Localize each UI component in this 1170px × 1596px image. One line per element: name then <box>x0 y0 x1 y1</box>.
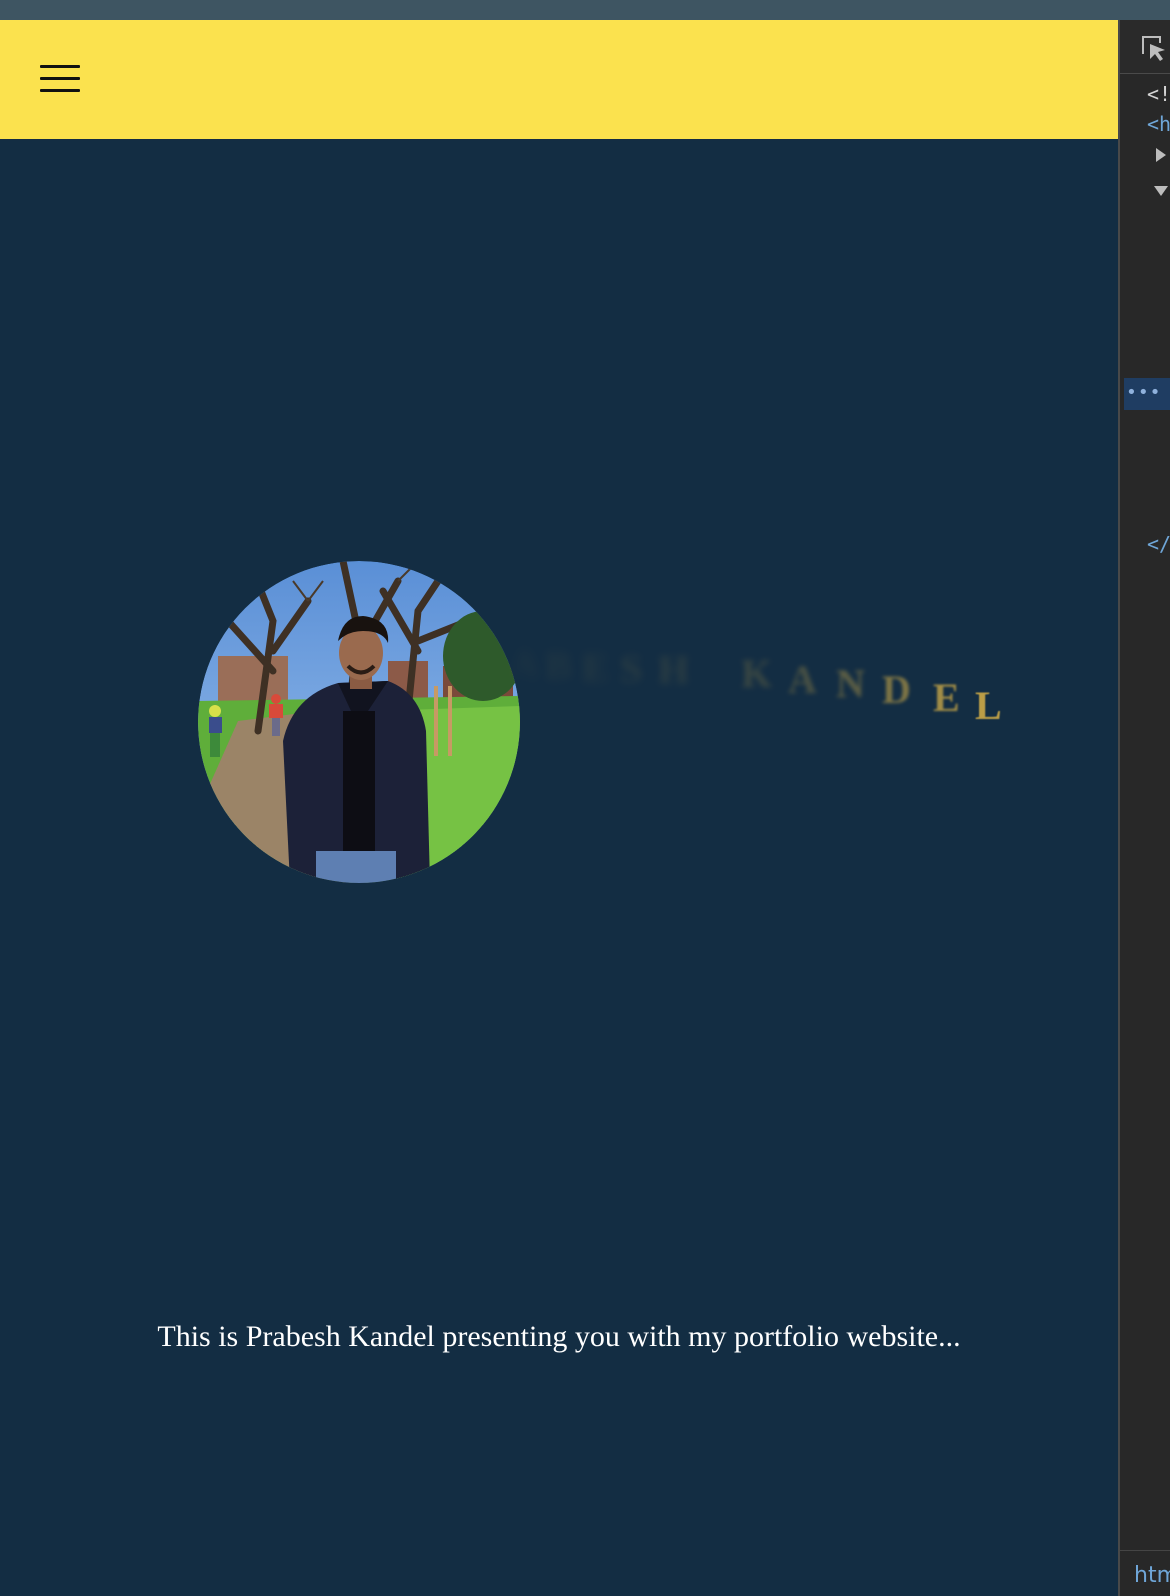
inspect-element-icon[interactable] <box>1140 34 1168 62</box>
devtools-doctype-line[interactable]: <! <box>1147 82 1170 106</box>
devtools-panel: <! <h ••• </ htm <box>1118 20 1170 1596</box>
hamburger-line <box>40 77 80 80</box>
expand-arrow-icon[interactable] <box>1156 148 1166 162</box>
name-letter: A <box>788 657 817 702</box>
intro-text: This is Prabesh Kandel presenting you wi… <box>157 1320 961 1353</box>
devtools-html-line[interactable]: <h <box>1147 112 1170 136</box>
name-letter: H <box>658 647 690 692</box>
portfolio-page: A B E S H K A N D E L This is Prabesh Ka… <box>0 20 1118 1596</box>
name-letter: B <box>545 643 572 688</box>
devtools-breadcrumb-html[interactable]: htm <box>1134 1563 1170 1588</box>
name-letter: S <box>620 646 643 691</box>
name-letter: N <box>836 661 865 706</box>
hamburger-menu-icon[interactable] <box>36 60 82 100</box>
name-letter: E <box>933 675 960 720</box>
name-letter: A <box>510 641 539 686</box>
hamburger-line <box>40 89 80 92</box>
name-letter: L <box>975 683 1002 728</box>
top-navbar <box>0 20 1118 139</box>
devtools-footer: htm <box>1120 1550 1170 1596</box>
name-letter: D <box>882 667 911 712</box>
devtools-selected-node[interactable]: ••• <box>1124 378 1170 410</box>
name-letter: E <box>582 645 609 690</box>
devtools-closing-tag-line[interactable]: </ <box>1147 532 1170 556</box>
name-letter: K <box>741 651 773 696</box>
browser-top-strip <box>0 0 1170 20</box>
devtools-header <box>1120 20 1170 74</box>
hamburger-line <box>40 65 80 68</box>
collapse-arrow-icon[interactable] <box>1154 186 1168 196</box>
hero-name: A B E S H K A N D E L <box>470 640 1070 750</box>
